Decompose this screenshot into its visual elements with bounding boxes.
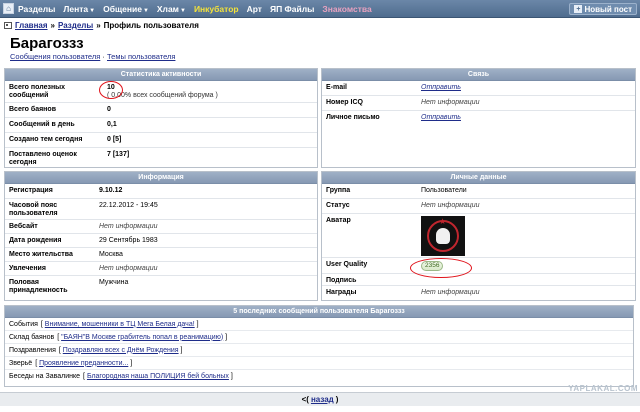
- info-panel-title: Информация: [5, 172, 317, 184]
- back-link[interactable]: назад: [311, 395, 334, 404]
- chevron-down-icon: ▼: [89, 7, 96, 14]
- page-title: Барагоззз: [10, 35, 84, 52]
- send-email-link[interactable]: Отправить: [421, 84, 461, 91]
- tab-user-messages[interactable]: Сообщения пользователя: [10, 52, 100, 61]
- nav-item-communication[interactable]: Общение▼: [103, 4, 149, 14]
- contact-row: Личное письмо Отправить: [326, 114, 461, 121]
- personal-row: User Quality 2356: [322, 258, 635, 274]
- personal-row: Статус Нет информации: [322, 199, 635, 214]
- tab-user-topics[interactable]: Темы пользователя: [107, 52, 175, 61]
- recent-posts-title: 5 последних сообщений пользователя Бараг…: [5, 306, 633, 318]
- nav-item-files[interactable]: ЯП Файлы: [270, 4, 314, 14]
- home-icon[interactable]: ⌂: [3, 3, 14, 14]
- breadcrumb: Главная » Разделы » Профиль пользователя: [4, 21, 199, 30]
- top-nav-bar: ⌂ Разделы Лента▼ Общение▼ Хлам▼ Инкубато…: [0, 0, 640, 18]
- post-link[interactable]: Внимание, мошенники в ТЦ Мега Белая дача…: [45, 321, 195, 328]
- personal-panel: Личные данные Группа Пользователи Статус…: [321, 171, 636, 301]
- list-item: События[ Внимание, мошенники в ТЦ Мега Б…: [5, 318, 633, 331]
- info-row: Регистрация 9.10.12: [5, 184, 317, 199]
- list-item: Поздравления[ Поздравляю всех с Днём Рож…: [5, 344, 633, 357]
- personal-row: Подпись: [322, 274, 635, 286]
- stat-row: Создано тем сегодня 0 [5]: [5, 133, 317, 148]
- chevron-down-icon: ▼: [179, 7, 186, 14]
- new-post-button[interactable]: + Новый пост: [569, 3, 637, 15]
- personal-row: Аватар ★: [322, 214, 635, 258]
- plus-icon: +: [574, 5, 583, 13]
- info-row: Часовой пояс пользователя 22.12.2012 - 1…: [5, 199, 317, 220]
- contact-row: Номер ICQ Нет информации: [322, 96, 635, 111]
- personal-row: Группа Пользователи: [322, 184, 635, 199]
- info-row: Увлечения Нет информации: [5, 262, 317, 276]
- chevron-down-icon: ▼: [142, 7, 149, 14]
- nav-item-feed[interactable]: Лента▼: [63, 4, 95, 14]
- list-item: Склад баянов[ "БАЯН"В Москве грабитель п…: [5, 331, 633, 344]
- nav-item-art[interactable]: Арт: [247, 4, 262, 14]
- stats-panel-title: Статистика активности: [5, 69, 317, 81]
- post-link[interactable]: Проявление преданности...: [39, 360, 128, 367]
- personal-panel-title: Личные данные: [322, 172, 635, 184]
- info-panel: Информация Регистрация 9.10.12 Часовой п…: [4, 171, 318, 301]
- post-link[interactable]: Поздравляю всех с Днём Рождения: [63, 347, 179, 354]
- post-link[interactable]: "БАЯН"В Москве грабитель попал в реанима…: [61, 334, 223, 341]
- nav-item-junk[interactable]: Хлам▼: [157, 4, 186, 14]
- profile-tabs: Сообщения пользователя · Темы пользовате…: [10, 52, 176, 61]
- forum-icon: [4, 22, 12, 29]
- stats-panel: Статистика активности Всего полезных соо…: [4, 68, 318, 168]
- highlight-circle: [99, 81, 123, 99]
- stat-row: Всего баянов 0: [5, 103, 317, 118]
- send-private-message-link[interactable]: Отправить: [421, 114, 461, 121]
- pager: <( назад ): [0, 392, 640, 406]
- breadcrumb-sections[interactable]: Разделы: [58, 21, 93, 30]
- personal-row: Награды Нет информации: [326, 289, 480, 296]
- list-item: Зверьё[ Проявление преданности... ]: [5, 357, 633, 370]
- info-row: Половая принадлежность Мужчина: [9, 279, 129, 294]
- list-item: Беседы на Завалинке[ Благородная наша ПО…: [9, 373, 233, 380]
- nav-item-incubator[interactable]: Инкубатор: [194, 4, 239, 14]
- stat-row: Поставлено оценок сегодня 7 [137]: [9, 151, 130, 166]
- contact-row: E-mail Отправить: [322, 81, 635, 96]
- stat-row: Сообщений в день 0,1: [5, 118, 317, 133]
- info-row: Вебсайт Нет информации: [5, 220, 317, 234]
- recent-posts-panel: 5 последних сообщений пользователя Бараг…: [4, 305, 634, 387]
- contact-panel: Связь E-mail Отправить Номер ICQ Нет инф…: [321, 68, 636, 168]
- breadcrumb-home[interactable]: Главная: [15, 21, 48, 30]
- info-row: Дата рождения 29 Сентябрь 1983: [5, 234, 317, 248]
- contact-panel-title: Связь: [322, 69, 635, 81]
- info-row: Место жительства Москва: [5, 248, 317, 262]
- stat-row: Всего полезных сообщений 10( 0.00% всех …: [5, 81, 317, 103]
- avatar: ★: [421, 216, 465, 256]
- highlight-circle: [410, 258, 472, 278]
- breadcrumb-current: Профиль пользователя: [103, 21, 199, 30]
- nav-item-dating[interactable]: Знакомства: [322, 4, 371, 14]
- nav-item-sections[interactable]: Разделы: [18, 4, 55, 14]
- post-link[interactable]: Благородная наша ПОЛИЦИЯ бей больных: [87, 373, 229, 380]
